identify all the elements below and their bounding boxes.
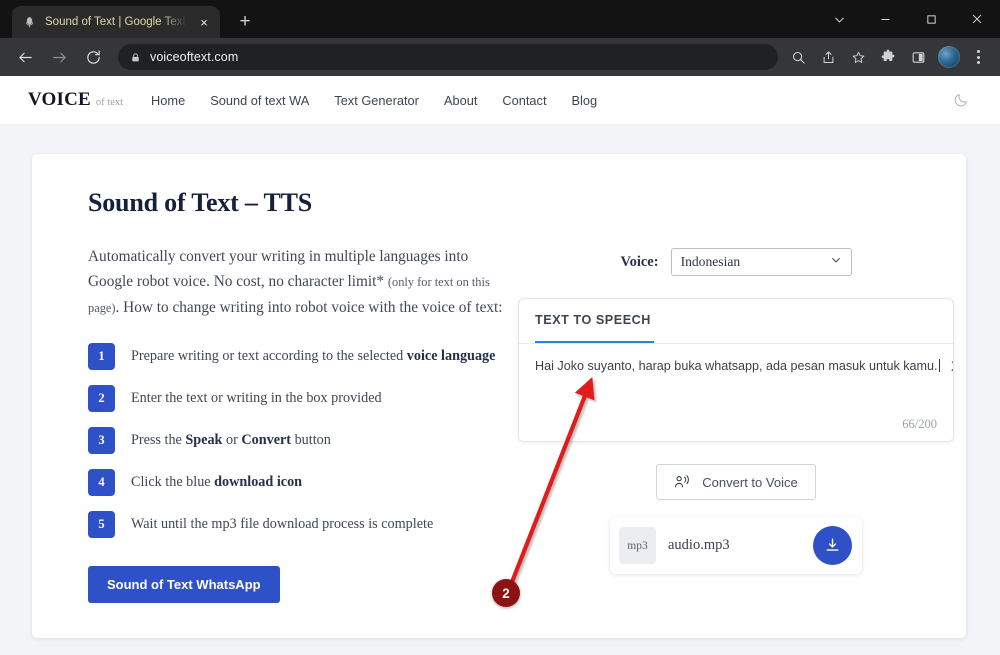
- step-text-mid: or: [222, 432, 241, 448]
- character-counter: 66/200: [902, 417, 937, 432]
- voice-selector-row: Voice: Indonesian: [620, 248, 851, 276]
- minimize-icon[interactable]: [862, 3, 908, 35]
- step-text-plain: Click the blue: [131, 474, 214, 490]
- step-text: Press the Speak or Convert button: [131, 432, 331, 449]
- download-button[interactable]: [813, 526, 852, 565]
- side-panel-icon[interactable]: [904, 43, 932, 71]
- site-logo[interactable]: VOICE of text: [28, 89, 123, 111]
- tab-close-icon[interactable]: ×: [196, 14, 212, 30]
- microphone-icon: [22, 15, 37, 30]
- text-cursor: [939, 359, 940, 372]
- bookmark-star-icon[interactable]: [844, 43, 872, 71]
- convert-to-voice-button[interactable]: Convert to Voice: [656, 464, 815, 500]
- nav-link-sound-of-text-wa[interactable]: Sound of text WA: [210, 93, 309, 108]
- browser-window: Sound of Text | Google Text to Sp × +: [0, 0, 1000, 655]
- browser-tab-strip: Sound of Text | Google Text to Sp × +: [0, 0, 1000, 38]
- voice-select-value: Indonesian: [681, 254, 741, 270]
- page-viewport: VOICE of text Home Sound of text WA Text…: [0, 76, 1000, 655]
- download-icon: [824, 537, 841, 554]
- tts-card-body: Hai Joko suyanto, harap buka whatsapp, a…: [519, 344, 953, 441]
- intro-text-part2: . How to change writing into robot voice…: [116, 299, 503, 316]
- tts-tool-column: Voice: Indonesian TEXT TO SPEECH: [518, 188, 954, 603]
- forward-arrow-icon[interactable]: [44, 42, 74, 72]
- logo-sub-text: of text: [96, 97, 123, 108]
- steps-list: 1 Prepare writing or text according to t…: [88, 343, 508, 538]
- step-text: Enter the text or writing in the box pro…: [131, 390, 382, 407]
- new-tab-button[interactable]: +: [232, 9, 258, 35]
- nav-link-about[interactable]: About: [444, 93, 477, 108]
- voice-select[interactable]: Indonesian: [671, 248, 852, 276]
- list-item: 4 Click the blue download icon: [88, 469, 508, 496]
- address-bar-url: voiceoftext.com: [150, 50, 238, 64]
- step-text-bold2: Convert: [241, 432, 291, 448]
- step-text: Prepare writing or text according to the…: [131, 348, 495, 365]
- logo-main-text: VOICE: [28, 89, 91, 111]
- browser-toolbar: voiceoftext.com: [0, 38, 1000, 76]
- tab-text-to-speech[interactable]: TEXT TO SPEECH: [535, 299, 654, 343]
- step-text-bold: voice language: [407, 348, 496, 364]
- convert-button-label: Convert to Voice: [702, 475, 797, 490]
- clear-text-button[interactable]: X: [948, 358, 954, 375]
- voice-label: Voice:: [620, 254, 658, 271]
- browser-tab-title: Sound of Text | Google Text to Sp: [45, 16, 188, 28]
- step-text-plain: Wait until the mp3 file download process…: [131, 516, 433, 532]
- main-content-card: Sound of Text – TTS Automatically conver…: [32, 154, 966, 638]
- list-item: 5 Wait until the mp3 file download proce…: [88, 511, 508, 538]
- speaking-person-icon: [674, 475, 691, 490]
- step-number-badge: 4: [88, 469, 115, 496]
- site-navbar: VOICE of text Home Sound of text WA Text…: [0, 76, 1000, 125]
- address-bar[interactable]: voiceoftext.com: [118, 44, 778, 70]
- tab-search-chevron-icon[interactable]: [816, 3, 862, 35]
- step-number-badge: 1: [88, 343, 115, 370]
- nav-link-blog[interactable]: Blog: [572, 93, 598, 108]
- lock-icon: [130, 52, 141, 63]
- step-number-badge: 3: [88, 427, 115, 454]
- list-item: 2 Enter the text or writing in the box p…: [88, 385, 508, 412]
- list-item: 3 Press the Speak or Convert button: [88, 427, 508, 454]
- step-text-bold: download icon: [214, 474, 302, 490]
- step-number-badge: 5: [88, 511, 115, 538]
- list-item: 1 Prepare writing or text according to t…: [88, 343, 508, 370]
- step-text: Wait until the mp3 file download process…: [131, 516, 433, 533]
- nav-link-text-generator[interactable]: Text Generator: [334, 93, 419, 108]
- step-text-plain: Enter the text or writing in the box pro…: [131, 390, 382, 406]
- extensions-puzzle-icon[interactable]: [874, 43, 902, 71]
- chevron-down-icon: [830, 253, 842, 271]
- nav-link-contact[interactable]: Contact: [502, 93, 546, 108]
- tts-input-area[interactable]: Hai Joko suyanto, harap buka whatsapp, a…: [535, 358, 940, 375]
- instructions-column: Sound of Text – TTS Automatically conver…: [88, 188, 508, 603]
- step-number-badge: 2: [88, 385, 115, 412]
- three-dot-menu-icon[interactable]: [966, 44, 990, 70]
- share-icon[interactable]: [814, 43, 842, 71]
- file-type-badge: mp3: [619, 527, 656, 564]
- window-controls: [816, 0, 1000, 38]
- search-icon[interactable]: [784, 43, 812, 71]
- site-nav-links: Home Sound of text WA Text Generator Abo…: [151, 93, 597, 108]
- profile-avatar[interactable]: [938, 46, 960, 68]
- step-text-tail: button: [291, 432, 331, 448]
- reload-icon[interactable]: [78, 42, 108, 72]
- sound-of-text-whatsapp-button[interactable]: Sound of Text WhatsApp: [88, 566, 280, 603]
- moon-icon[interactable]: [948, 87, 974, 113]
- intro-paragraph: Automatically convert your writing in mu…: [88, 244, 508, 321]
- page-title: Sound of Text – TTS: [88, 188, 508, 218]
- toolbar-icon-group: [784, 43, 990, 71]
- tts-input-value: Hai Joko suyanto, harap buka whatsapp, a…: [535, 359, 938, 373]
- close-icon[interactable]: [954, 3, 1000, 35]
- back-arrow-icon[interactable]: [10, 42, 40, 72]
- step-text-plain: Prepare writing or text according to the…: [131, 348, 407, 364]
- step-text: Click the blue download icon: [131, 474, 302, 491]
- nav-link-home[interactable]: Home: [151, 93, 185, 108]
- audio-file-row: mp3 audio.mp3: [610, 517, 862, 574]
- text-to-speech-card: TEXT TO SPEECH Hai Joko suyanto, harap b…: [518, 298, 954, 442]
- maximize-icon[interactable]: [908, 3, 954, 35]
- browser-tab[interactable]: Sound of Text | Google Text to Sp ×: [12, 6, 220, 38]
- step-text-plain: Press the: [131, 432, 185, 448]
- tts-card-tabs: TEXT TO SPEECH: [519, 299, 953, 344]
- step-text-bold: Speak: [185, 432, 222, 448]
- file-name-label: audio.mp3: [668, 537, 801, 554]
